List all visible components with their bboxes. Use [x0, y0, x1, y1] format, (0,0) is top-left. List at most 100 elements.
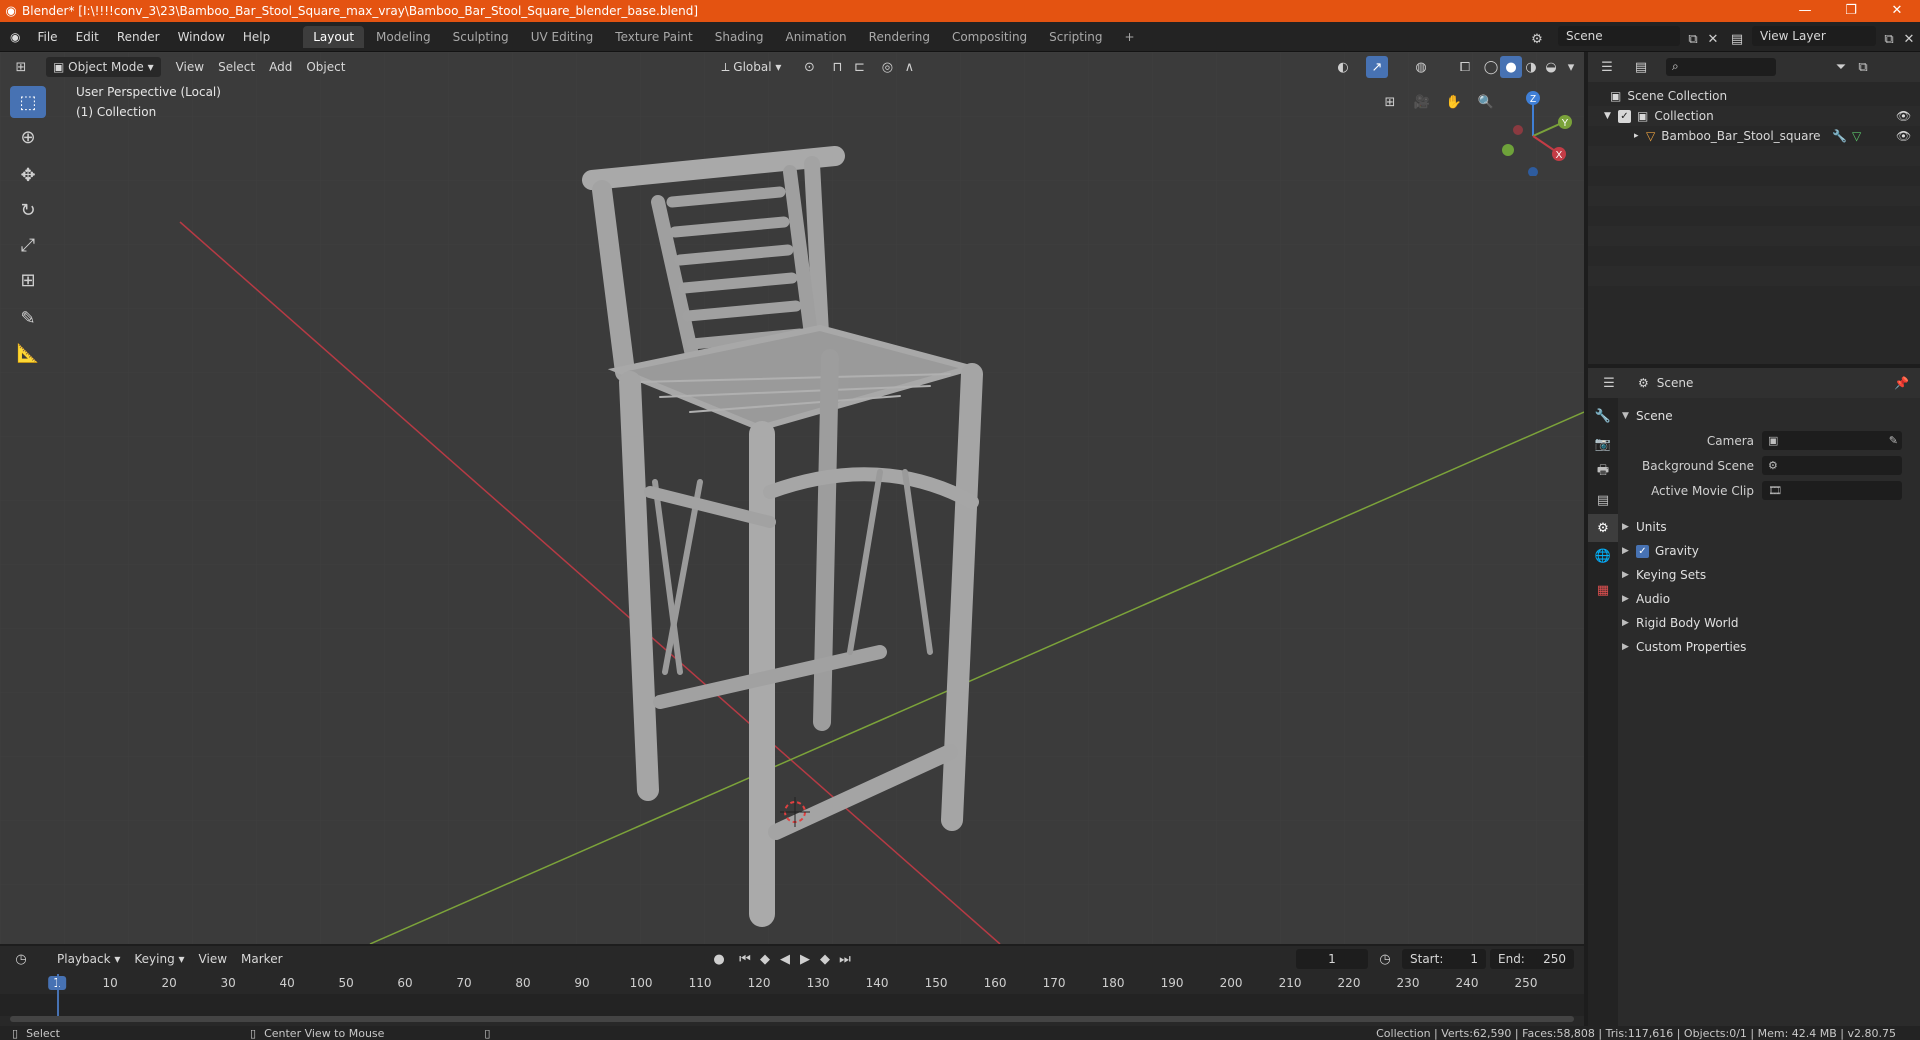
rigid-body-world-panel-header[interactable]: ▶ Rigid Body World [1622, 611, 1918, 635]
timeline-scrollbar[interactable] [10, 1016, 1574, 1022]
keying-sets-panel-header[interactable]: ▶ Keying Sets [1622, 563, 1918, 587]
menu-timeline-view[interactable]: View [192, 949, 234, 969]
delete-scene-icon[interactable]: ✕ [1702, 28, 1724, 50]
scene-panel-header[interactable]: ▼ Scene [1622, 404, 1918, 428]
view-layer-tab-icon[interactable]: ▤ [1588, 486, 1618, 514]
collection-checkbox[interactable]: ✓ [1618, 109, 1631, 123]
wireframe-shading-icon[interactable]: ◯ [1480, 56, 1502, 78]
neg-x-axis-handle[interactable] [1513, 125, 1523, 135]
pan-view-icon[interactable]: ✋ [1442, 90, 1466, 114]
select-box-tool-icon[interactable]: ⬚ [10, 86, 46, 118]
menu-help[interactable]: Help [234, 30, 279, 44]
current-frame-field[interactable]: 1 [1296, 949, 1368, 969]
eyedropper-icon[interactable]: ✎ [1889, 434, 1898, 447]
snap-icon[interactable]: ⊓ [826, 56, 848, 78]
jump-start-icon[interactable]: ⏮ [734, 948, 756, 970]
audio-panel-header[interactable]: ▶ Audio [1622, 587, 1918, 611]
view-layer-field[interactable]: View Layer [1752, 26, 1876, 46]
blender-menu-icon[interactable]: ◉ [0, 30, 28, 44]
tab-compositing[interactable]: Compositing [942, 26, 1037, 48]
rendered-shading-icon[interactable]: ◒ [1540, 56, 1562, 78]
menu-window[interactable]: Window [169, 30, 234, 44]
menu-object[interactable]: Object [299, 57, 352, 77]
units-panel-header[interactable]: ▶ Units [1622, 515, 1918, 539]
outliner-editor-type-icon[interactable]: ☰ [1596, 56, 1618, 78]
gravity-checkbox[interactable]: ✓ [1636, 544, 1649, 558]
object-visibility-eye-icon[interactable]: 👁 [1896, 129, 1911, 143]
timeline-ruler[interactable]: 1102030405060708090100110120130140150160… [0, 974, 1584, 994]
world-tab-icon[interactable]: 🌐 [1588, 542, 1618, 570]
play-reverse-icon[interactable]: ◀ [774, 948, 796, 970]
filter-icon[interactable]: ⏷ [1830, 56, 1852, 78]
jump-keyframe-back-icon[interactable]: ◆ [754, 948, 776, 970]
active-movie-clip-field[interactable]: 🎞 [1762, 481, 1902, 500]
collection-visibility-eye-icon[interactable]: 👁 [1896, 109, 1911, 123]
delete-view-layer-icon[interactable]: ✕ [1898, 28, 1920, 50]
maximize-icon[interactable]: ❐ [1828, 0, 1874, 22]
outliner-search-input[interactable]: ⌕ [1666, 58, 1776, 76]
menu-marker[interactable]: Marker [234, 949, 289, 969]
minimize-icon[interactable]: — [1782, 0, 1828, 22]
outliner-row-collection[interactable]: ▼ ✓ ▣ Collection 👁 [1588, 106, 1920, 126]
output-tab-icon[interactable]: 🖶 [1588, 458, 1618, 486]
neg-y-axis-handle[interactable] [1502, 144, 1514, 156]
tab-animation[interactable]: Animation [775, 26, 856, 48]
render-tab-icon[interactable]: 📷 [1588, 430, 1618, 458]
jump-end-icon[interactable]: ⏭ [834, 948, 856, 970]
editor-type-icon[interactable]: ⊞ [10, 56, 32, 78]
menu-file[interactable]: File [28, 30, 66, 44]
neg-z-axis-handle[interactable] [1528, 167, 1538, 176]
navigation-gizmo[interactable]: Z Y X [1488, 86, 1578, 176]
solid-shading-icon[interactable]: ● [1500, 56, 1522, 78]
preview-range-clock-icon[interactable]: ◷ [1374, 948, 1396, 970]
jump-keyframe-forward-icon[interactable]: ◆ [814, 948, 836, 970]
object-expand-arrow-icon[interactable]: ▸ [1634, 131, 1646, 141]
camera-field[interactable]: ▣ ✎ [1762, 431, 1902, 450]
add-workspace-icon[interactable]: + [1115, 26, 1145, 48]
3d-viewport[interactable]: ⊞ ▣ Object Mode ▾ View Select Add Object… [0, 52, 1584, 944]
rotate-tool-icon[interactable]: ↻ [10, 194, 46, 226]
outliner-row-object[interactable]: ▸ ▽ Bamboo_Bar_Stool_square 🔧 ▽ 👁 [1588, 126, 1920, 146]
gravity-panel-header[interactable]: ▶ ✓ Gravity [1622, 539, 1918, 563]
playhead[interactable] [57, 974, 59, 1016]
shading-options-icon[interactable]: ▾ [1560, 56, 1582, 78]
transform-orientation-dropdown[interactable]: ⟂ Global ▾ [714, 57, 788, 78]
modifier-wrench-icon[interactable]: 🔧 [1832, 129, 1847, 143]
new-collection-icon[interactable]: ⧉ [1852, 56, 1874, 78]
cursor-tool-icon[interactable]: ⊕ [10, 121, 46, 153]
tab-modeling[interactable]: Modeling [366, 26, 441, 48]
outliner-row-scene-collection[interactable]: ▣ Scene Collection [1588, 86, 1920, 106]
display-mode-icon[interactable]: ▤ [1630, 56, 1652, 78]
background-scene-field[interactable]: ⚙ [1762, 456, 1902, 475]
custom-properties-panel-header[interactable]: ▶ Custom Properties [1622, 635, 1918, 659]
tab-shading[interactable]: Shading [705, 26, 774, 48]
timeline-track[interactable] [0, 974, 1584, 1016]
menu-add[interactable]: Add [262, 57, 299, 77]
tab-uv-editing[interactable]: UV Editing [521, 26, 604, 48]
xray-icon[interactable]: ⧠ [1454, 56, 1476, 78]
expand-arrow-icon[interactable]: ▼ [1604, 111, 1618, 121]
timeline-editor-type-icon[interactable]: ◷ [10, 948, 32, 970]
pin-icon[interactable]: 📌 [1894, 376, 1909, 390]
gizmo-toggle-icon[interactable]: ↗ [1366, 56, 1388, 78]
menu-render[interactable]: Render [108, 30, 169, 44]
toggle-camera-grid-icon[interactable]: ⊞ [1378, 90, 1402, 114]
view-layer-icon[interactable]: ▤ [1726, 28, 1748, 50]
mesh-data-icon[interactable]: ▽ [1852, 129, 1861, 143]
visibility-icon[interactable]: ◐ [1332, 56, 1354, 78]
menu-view[interactable]: View [169, 57, 211, 77]
tab-sculpting[interactable]: Sculpting [443, 26, 519, 48]
move-tool-icon[interactable]: ✥ [10, 159, 46, 191]
tab-layout[interactable]: Layout [303, 25, 365, 48]
menu-edit[interactable]: Edit [67, 30, 108, 44]
mode-dropdown[interactable]: ▣ Object Mode ▾ [46, 57, 161, 77]
properties-editor-type-icon[interactable]: ☰ [1598, 372, 1620, 394]
tab-scripting[interactable]: Scripting [1039, 26, 1112, 48]
snap-target-icon[interactable]: ⊏ [848, 56, 870, 78]
transform-tool-icon[interactable]: ⊞ [10, 264, 46, 296]
pivot-point-icon[interactable]: ⊙ [798, 56, 820, 78]
menu-playback[interactable]: Playback ▾ [50, 949, 127, 969]
falloff-icon[interactable]: ∧ [898, 56, 920, 78]
new-view-layer-icon[interactable]: ⧉ [1878, 28, 1900, 50]
end-frame-field[interactable]: End: 250 [1490, 949, 1574, 969]
